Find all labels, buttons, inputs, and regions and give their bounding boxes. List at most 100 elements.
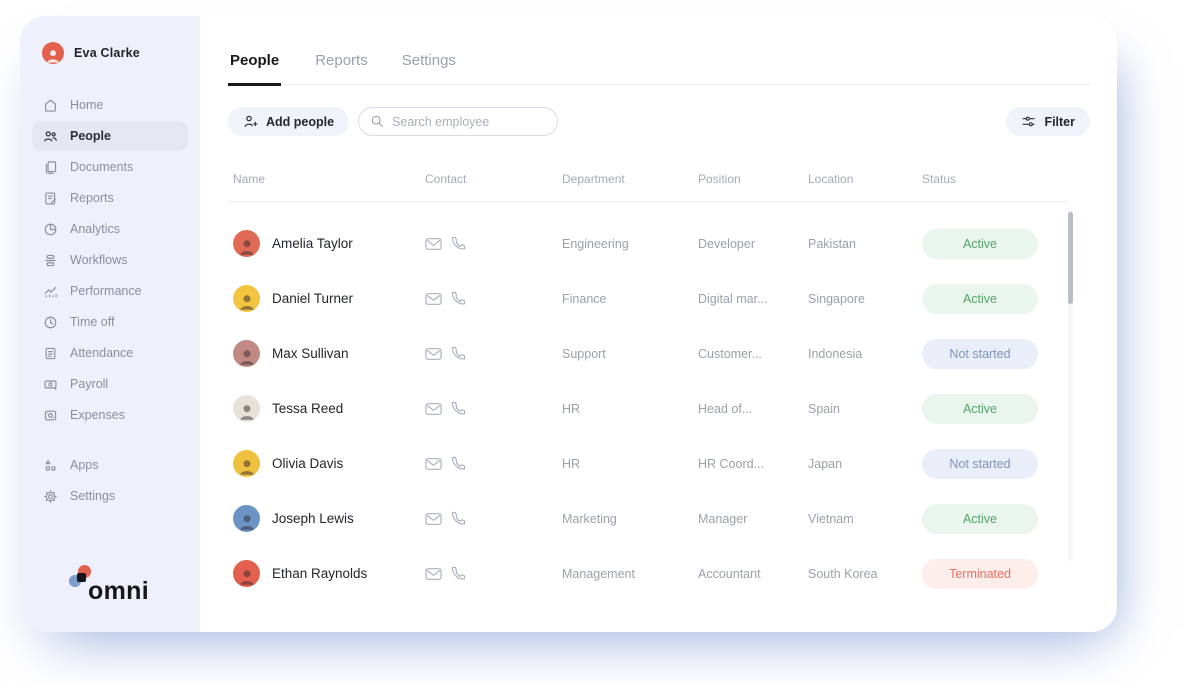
toolbar: Add people Filter <box>228 107 1090 136</box>
column-header-status: Status <box>922 172 1068 186</box>
employee-position: Head of... <box>698 402 808 416</box>
employee-name: Daniel Turner <box>272 291 353 306</box>
employee-avatar <box>233 560 260 587</box>
sidebar-item-time-off[interactable]: Time off <box>32 307 188 337</box>
email-icon[interactable] <box>425 457 442 471</box>
employee-location: South Korea <box>808 567 922 581</box>
status-badge: Active <box>922 284 1038 314</box>
employee-avatar <box>233 395 260 422</box>
column-header-location: Location <box>808 172 922 186</box>
employee-avatar <box>233 230 260 257</box>
user-name: Eva Clarke <box>74 46 140 60</box>
workflows-icon <box>43 253 58 268</box>
sidebar-item-label: Documents <box>70 160 133 174</box>
search-input[interactable] <box>358 107 558 136</box>
phone-icon[interactable] <box>451 236 466 251</box>
sidebar-item-settings[interactable]: Settings <box>32 481 188 511</box>
table-row[interactable]: Olivia Davis HR HR Coord... Japan Not st… <box>228 436 1068 491</box>
apps-icon <box>43 458 58 473</box>
sidebar-item-apps[interactable]: Apps <box>32 450 188 480</box>
add-people-button[interactable]: Add people <box>228 107 349 136</box>
employee-position: Accountant <box>698 567 808 581</box>
sidebar-item-people[interactable]: People <box>32 121 188 151</box>
scrollbar-thumb[interactable] <box>1068 212 1073 304</box>
table-row[interactable]: Max Sullivan Support Customer... Indones… <box>228 326 1068 381</box>
employee-name: Tessa Reed <box>272 401 343 416</box>
main-content: People Reports Settings Add people Filte… <box>200 16 1117 632</box>
table-row[interactable]: Joseph Lewis Marketing Manager Vietnam A… <box>228 491 1068 546</box>
table-row[interactable]: Amelia Taylor Engineering Developer Paki… <box>228 216 1068 271</box>
user-profile[interactable]: Eva Clarke <box>32 42 188 64</box>
filter-icon <box>1021 114 1036 129</box>
employee-position: HR Coord... <box>698 457 808 471</box>
settings-icon <box>43 489 58 504</box>
phone-icon[interactable] <box>451 346 466 361</box>
sidebar-item-home[interactable]: Home <box>32 90 188 120</box>
employee-location: Singapore <box>808 292 922 306</box>
column-header-contact: Contact <box>425 172 562 186</box>
user-avatar <box>42 42 64 64</box>
logo-black-square <box>77 573 86 582</box>
sidebar-item-label: Apps <box>70 458 99 472</box>
phone-icon[interactable] <box>451 291 466 306</box>
employee-department: Management <box>562 567 698 581</box>
tab-settings[interactable]: Settings <box>402 52 456 84</box>
email-icon[interactable] <box>425 347 442 361</box>
sidebar-item-label: Attendance <box>70 346 133 360</box>
sidebar-item-label: Reports <box>70 191 114 205</box>
table-row[interactable]: Tessa Reed HR Head of... Spain Active <box>228 381 1068 436</box>
sidebar: Eva Clarke Home People Documents Repor <box>20 16 200 632</box>
scrollbar-track <box>1068 210 1073 562</box>
status-badge: Not started <box>922 449 1038 479</box>
table-row[interactable]: Ethan Raynolds Management Accountant Sou… <box>228 546 1068 601</box>
status-badge: Terminated <box>922 559 1038 589</box>
sidebar-item-analytics[interactable]: Analytics <box>32 214 188 244</box>
phone-icon[interactable] <box>451 566 466 581</box>
person-add-icon <box>243 114 258 129</box>
employee-position: Digital mar... <box>698 292 808 306</box>
sidebar-item-label: People <box>70 129 111 143</box>
email-icon[interactable] <box>425 512 442 526</box>
email-icon[interactable] <box>425 402 442 416</box>
employee-position: Customer... <box>698 347 808 361</box>
employee-department: Engineering <box>562 237 698 251</box>
home-icon <box>43 98 58 113</box>
sidebar-item-workflows[interactable]: Workflows <box>32 245 188 275</box>
phone-icon[interactable] <box>451 401 466 416</box>
employee-department: Finance <box>562 292 698 306</box>
people-icon <box>43 129 58 144</box>
payroll-icon <box>43 377 58 392</box>
email-icon[interactable] <box>425 567 442 581</box>
employee-name: Max Sullivan <box>272 346 349 361</box>
email-icon[interactable] <box>425 237 442 251</box>
employee-position: Manager <box>698 512 808 526</box>
employee-name: Olivia Davis <box>272 456 343 471</box>
status-badge: Active <box>922 229 1038 259</box>
employee-position: Developer <box>698 237 808 251</box>
sidebar-item-label: Workflows <box>70 253 127 267</box>
sidebar-item-attendance[interactable]: Attendance <box>32 338 188 368</box>
logo-text: omni <box>88 577 149 605</box>
phone-icon[interactable] <box>451 456 466 471</box>
employee-location: Indonesia <box>808 347 922 361</box>
expenses-icon <box>43 408 58 423</box>
email-icon[interactable] <box>425 292 442 306</box>
add-people-label: Add people <box>266 115 334 129</box>
sidebar-item-expenses[interactable]: Expenses <box>32 400 188 430</box>
filter-button[interactable]: Filter <box>1006 107 1090 136</box>
column-header-position: Position <box>698 172 808 186</box>
attendance-icon <box>43 346 58 361</box>
sidebar-item-documents[interactable]: Documents <box>32 152 188 182</box>
tab-reports[interactable]: Reports <box>315 52 368 84</box>
filter-label: Filter <box>1044 115 1075 129</box>
employee-avatar <box>233 505 260 532</box>
employee-department: Marketing <box>562 512 698 526</box>
employee-name: Joseph Lewis <box>272 511 354 526</box>
phone-icon[interactable] <box>451 511 466 526</box>
sidebar-item-performance[interactable]: Performance <box>32 276 188 306</box>
table-row[interactable]: Daniel Turner Finance Digital mar... Sin… <box>228 271 1068 326</box>
sidebar-item-payroll[interactable]: Payroll <box>32 369 188 399</box>
sidebar-item-reports[interactable]: Reports <box>32 183 188 213</box>
status-badge: Active <box>922 504 1038 534</box>
tab-people[interactable]: People <box>228 52 281 86</box>
